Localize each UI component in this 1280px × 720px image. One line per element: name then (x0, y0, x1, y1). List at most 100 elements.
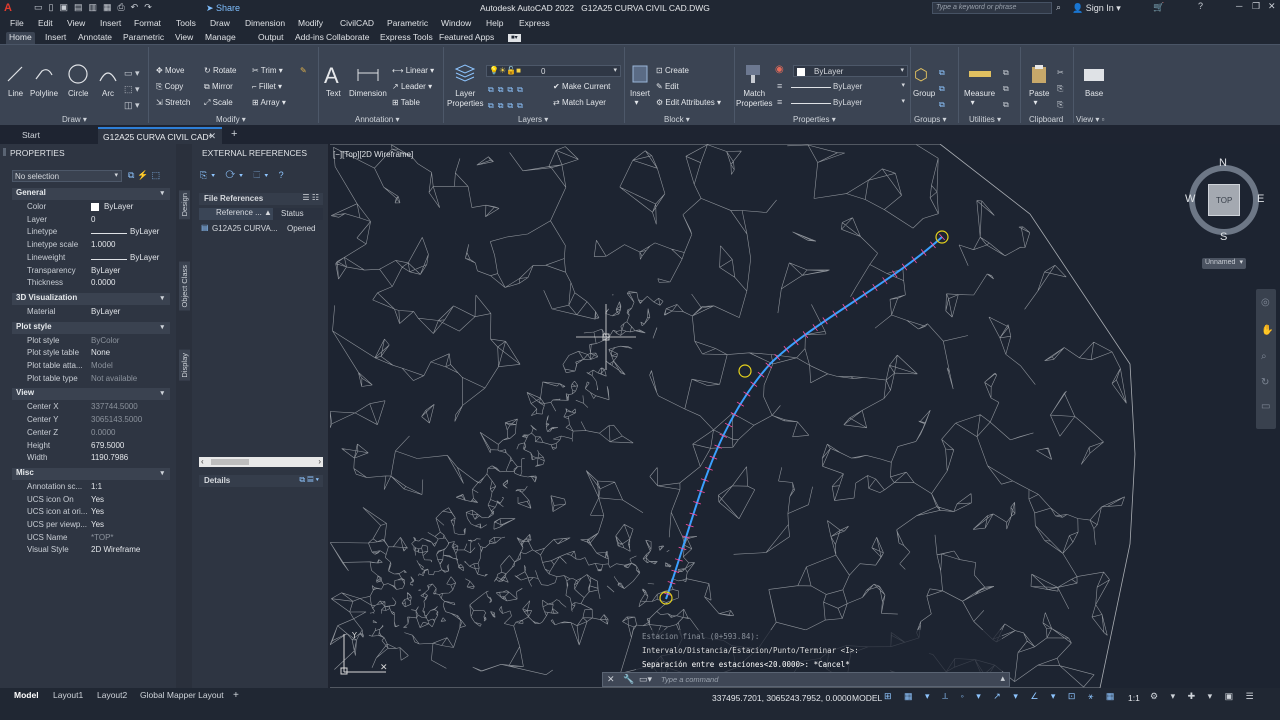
layer-dropdown[interactable]: 💡☀🔓■ 0 ▾ (486, 65, 621, 77)
annotation-group-label[interactable]: Annotation ▾ (355, 115, 400, 124)
base-view-icon[interactable] (1082, 67, 1106, 83)
layer-properties-button[interactable]: Layer Properties (447, 89, 483, 109)
menu-file[interactable]: File (10, 18, 24, 28)
pan-icon[interactable]: ✋ (1261, 325, 1273, 336)
edit-block-button[interactable]: ✎ Edit (656, 82, 679, 91)
clipboard-group-label[interactable]: Clipboard (1029, 115, 1063, 124)
layer-tools-icons[interactable]: ⧉⧉⧉⧉ ⧉⧉⧉⧉ (488, 82, 527, 114)
polyline-button[interactable]: Polyline (30, 89, 58, 98)
group-tools-icons[interactable]: ⧉ ⧉ ⧉ (939, 65, 945, 113)
sign-in-button[interactable]: 👤 Sign In ▾ (1072, 3, 1121, 14)
properties-group-label[interactable]: Properties ▾ (793, 115, 836, 124)
fillet-button[interactable]: ⌐ Fillet ▾ (252, 82, 282, 91)
xref-row[interactable]: ▤ G12A25 CURVA... Opened (199, 223, 323, 235)
property-row[interactable]: Layer 0 (14, 215, 170, 227)
tab-manage[interactable]: Manage (202, 32, 239, 42)
share-button[interactable]: ➤ Share (206, 3, 240, 14)
command-expand-icon[interactable]: ▴ (1000, 673, 1005, 684)
new-tab-icon[interactable]: + (231, 128, 237, 140)
group-button[interactable]: Group (913, 89, 935, 98)
close-command-icon[interactable]: ✕ (607, 674, 615, 685)
measure-icon[interactable] (968, 69, 992, 79)
draw-group-label[interactable]: Draw ▾ (62, 115, 87, 124)
viewcube[interactable]: N S W E TOP (1185, 157, 1264, 254)
match-properties-icon[interactable] (743, 63, 763, 85)
property-row[interactable]: Center Y 3065143.5000 (14, 415, 170, 427)
menu-dimension[interactable]: Dimension (245, 18, 285, 28)
group-icon[interactable]: ⬡ (914, 65, 928, 85)
side-tab-display[interactable]: Display (179, 350, 190, 381)
tab-insert[interactable]: Insert (42, 32, 69, 42)
xref-toolbar[interactable]: ⎘▾ ⟳▾ ⬚▾ ? (200, 170, 288, 181)
paste-button[interactable]: Paste ▾ (1029, 89, 1049, 107)
modify-group-label[interactable]: Modify ▾ (216, 115, 246, 124)
property-row[interactable]: Thickness 0.0000 (14, 278, 170, 290)
navigation-bar[interactable]: ◎ ✋ ⌕ ↻ ▭ (1256, 289, 1276, 429)
text-icon[interactable]: A (324, 63, 339, 89)
leader-button[interactable]: ↗ Leader ▾ (392, 82, 432, 91)
rotate-button[interactable]: ↻ Rotate (204, 66, 237, 75)
nav-wheel-icon[interactable]: ◎ (1261, 297, 1270, 308)
menu-draw[interactable]: Draw (210, 18, 230, 28)
color-wheel-icon[interactable]: ◉ (775, 64, 784, 75)
menu-edit[interactable]: Edit (38, 18, 53, 28)
property-row[interactable]: Color ByLayer (14, 202, 170, 214)
property-row[interactable]: Height 679.5000 (14, 441, 170, 453)
collapse-icon[interactable]: ▾ (160, 389, 164, 397)
palette-grip[interactable] (3, 148, 6, 156)
view-group-label[interactable]: View ▾ ▫ (1076, 115, 1105, 124)
showmotion-icon[interactable]: ▭ (1261, 401, 1270, 412)
layers-group-label[interactable]: Layers ▾ (518, 115, 548, 124)
lineweight-dropdown[interactable]: ≡ ByLayer ▾ (775, 81, 908, 93)
side-tab-object-class[interactable]: Object Class (179, 262, 190, 311)
property-row[interactable]: Plot table type Not available (14, 374, 170, 386)
mirror-button[interactable]: ⧉ Mirror (204, 82, 233, 92)
layout-tab-layout1[interactable]: Layout1 (53, 690, 83, 700)
dimension-icon[interactable] (356, 65, 380, 83)
section-view[interactable]: View ▾ (12, 388, 170, 401)
command-input[interactable]: Type a command (661, 675, 718, 684)
draw-tools-icons[interactable]: ▭ ▾ ⬚ ▾ ◫ ▾ (124, 65, 140, 113)
compass-west[interactable]: W (1185, 193, 1195, 205)
edit-attributes-button[interactable]: ⚙ Edit Attributes ▾ (656, 98, 721, 107)
add-layout-icon[interactable]: + (233, 690, 239, 701)
base-button[interactable]: Base (1085, 89, 1103, 98)
menu-civilcad[interactable]: CivilCAD (340, 18, 374, 28)
search-icon[interactable]: ⌕ (1056, 2, 1061, 13)
property-row[interactable]: Visual Style 2D Wireframe (14, 545, 170, 557)
move-button[interactable]: ✥ Move (156, 66, 185, 75)
xref-horizontal-scrollbar[interactable]: ‹ › (199, 457, 323, 467)
minimize-icon[interactable]: ─ (1236, 1, 1242, 11)
cart-icon[interactable]: 🛒 (1153, 2, 1164, 13)
viewport-controls-label[interactable]: [−][Top][2D Wireframe] (333, 150, 413, 159)
section-general[interactable]: General ▾ (12, 188, 170, 200)
status-column-header[interactable]: Status (281, 209, 304, 218)
dimension-button[interactable]: Dimension (349, 89, 387, 98)
details-view-icon[interactable]: ⧉ ▤ ▾ (299, 475, 319, 485)
layout-tab-layout2[interactable]: Layout2 (97, 690, 127, 700)
polyline-icon[interactable] (34, 65, 54, 83)
restore-icon[interactable]: ❐ (1252, 1, 1260, 12)
tab-home[interactable]: Home (6, 32, 35, 44)
close-tab-icon[interactable]: ✕ (208, 131, 216, 142)
compass-north[interactable]: N (1219, 157, 1227, 169)
utilities-group-label[interactable]: Utilities ▾ (969, 115, 1001, 124)
property-row[interactable]: Plot style table None (14, 348, 170, 360)
alignment-curve[interactable] (665, 236, 943, 600)
utility-tools-icons[interactable]: ⧉ ⧉ ⧉ (1003, 65, 1009, 113)
insert-block-icon[interactable] (630, 63, 650, 85)
ucs-menu[interactable]: Unnamed ▾ (1202, 258, 1246, 269)
property-row[interactable]: Plot style ByColor (14, 336, 170, 348)
annotation-scale[interactable]: 1:1 (1128, 693, 1140, 703)
command-line[interactable]: ✕ 🔧 ▭▾ Type a command ▴ (602, 672, 1010, 687)
tab-collaborate[interactable]: Collaborate (323, 32, 372, 42)
line-button[interactable]: Line (8, 89, 23, 98)
stretch-button[interactable]: ⇲ Stretch (156, 98, 190, 107)
tab-output[interactable]: Output (255, 32, 287, 42)
property-row[interactable]: Transparency ByLayer (14, 266, 170, 278)
tab-add-ins[interactable]: Add-ins (292, 32, 327, 42)
linear-button[interactable]: ⟷ Linear ▾ (392, 66, 434, 75)
measure-button[interactable]: Measure ▾ (964, 89, 995, 107)
property-row[interactable]: Center Z 0.0000 (14, 428, 170, 440)
text-button[interactable]: Text (326, 89, 341, 98)
